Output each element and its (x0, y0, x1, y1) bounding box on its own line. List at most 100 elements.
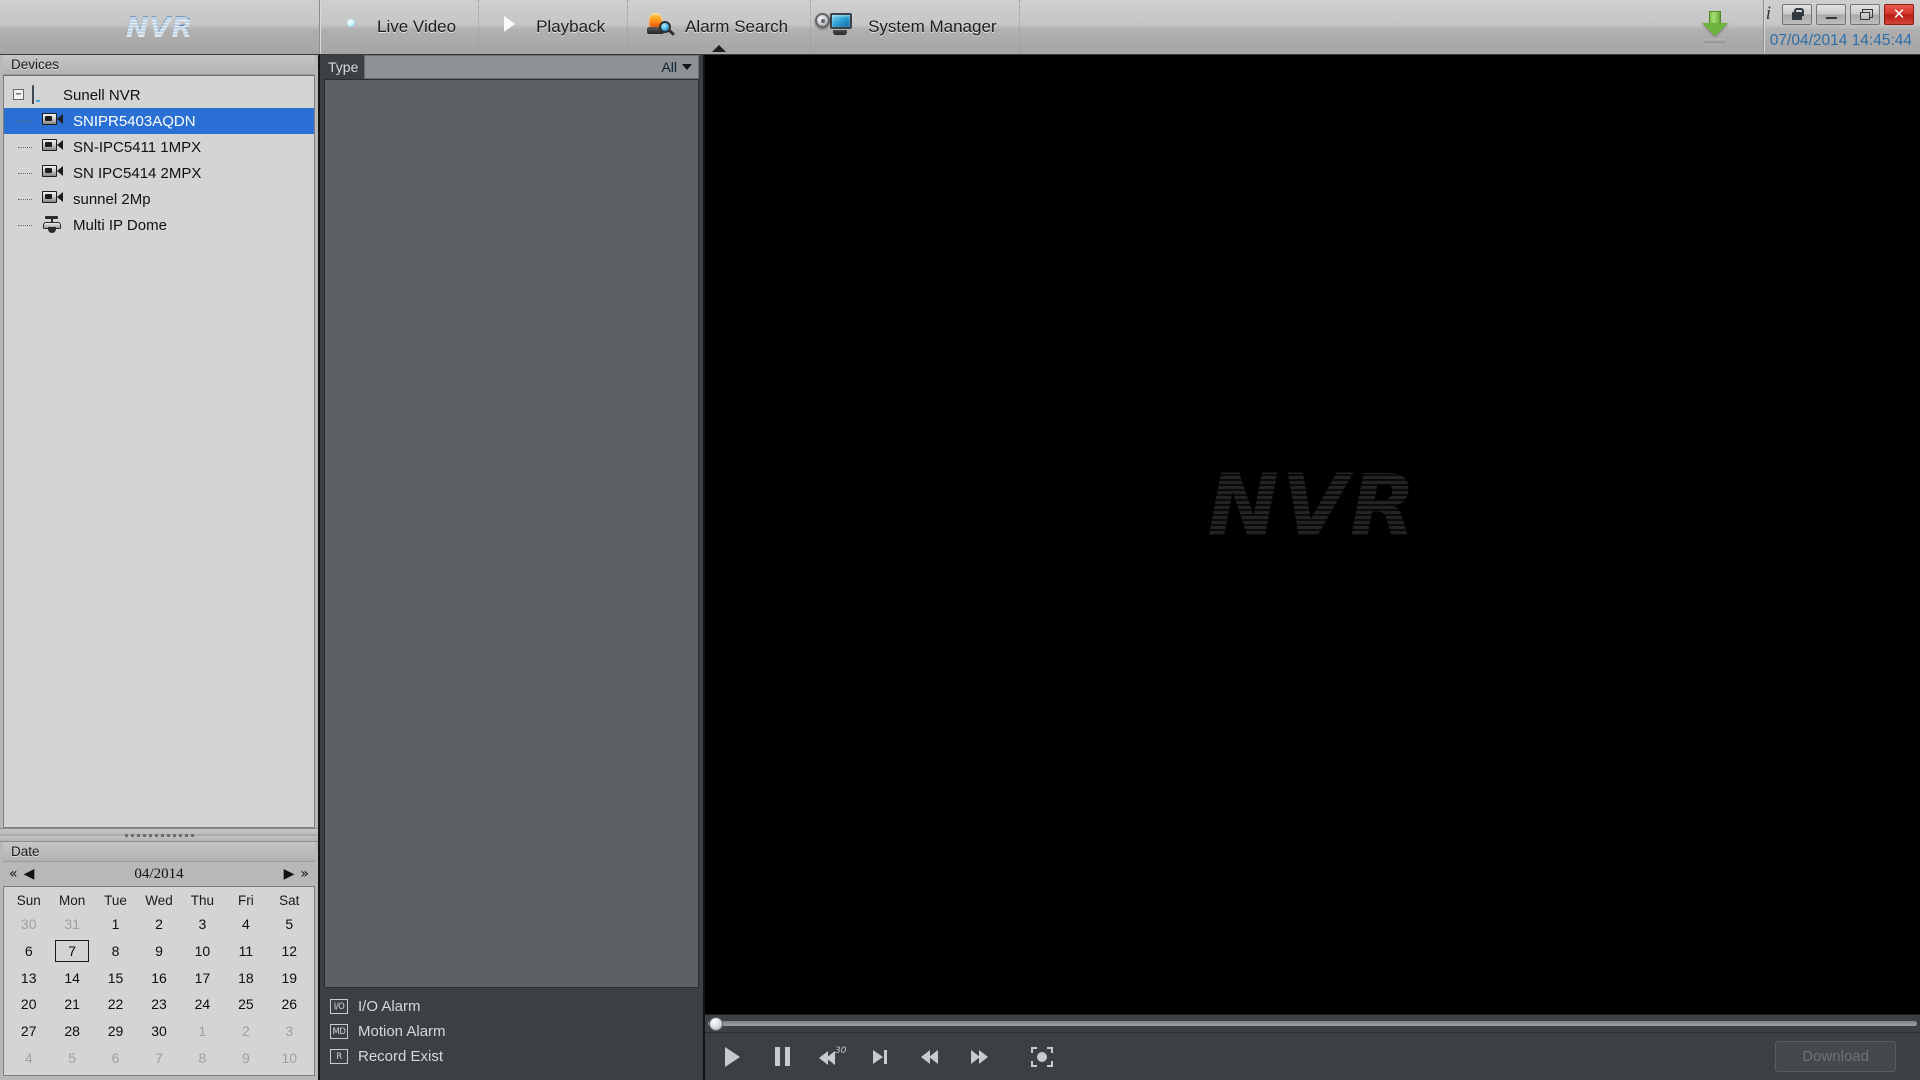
calendar-day[interactable]: 11 (224, 938, 267, 965)
calendar-day[interactable]: 7 (137, 1044, 180, 1071)
tab-alarm-search[interactable]: Alarm Search (628, 0, 812, 54)
calendar-day[interactable]: 16 (137, 964, 180, 991)
type-filter-dropdown[interactable]: All (364, 55, 699, 79)
calendar-day-label: 1 (111, 916, 120, 933)
chevron-down-icon (682, 64, 692, 70)
calendar-day[interactable]: 29 (94, 1018, 137, 1045)
calendar-day[interactable]: 23 (137, 991, 180, 1018)
calendar-dow-header: Sat (279, 892, 300, 908)
calendar-day-selected[interactable]: 7 (50, 938, 93, 965)
calendar-day[interactable]: 28 (50, 1018, 93, 1045)
download-arrow-icon[interactable] (1700, 10, 1730, 44)
calendar-day[interactable]: 2 (224, 1018, 267, 1045)
calendar-day[interactable]: 4 (224, 911, 267, 938)
calendar-day[interactable]: 6 (7, 938, 50, 965)
lock-button[interactable] (1782, 3, 1812, 25)
minimize-button[interactable] (1816, 3, 1846, 25)
video-viewport[interactable]: NVR (705, 55, 1920, 1014)
calendar-day[interactable]: 9 (224, 1044, 267, 1071)
step-forward-button[interactable] (869, 1044, 895, 1070)
close-button[interactable]: ✕ (1884, 3, 1914, 25)
calendar-day[interactable]: 3 (181, 911, 224, 938)
next-month-button[interactable]: ▶ (284, 867, 295, 881)
tree-node-multi-ip-dome[interactable]: Multi IP Dome (4, 212, 314, 238)
playback-timeline-slider[interactable] (705, 1014, 1920, 1032)
tree-node-snipr5403aqdn[interactable]: SNIPR5403AQDN (4, 108, 314, 134)
tab-live-video[interactable]: Live Video (320, 0, 480, 54)
tree-expand-toggle[interactable]: − (13, 89, 24, 100)
calendar-day[interactable]: 8 (94, 938, 137, 965)
sidebar-splitter-handle[interactable] (0, 828, 318, 842)
restore-button[interactable] (1850, 3, 1880, 25)
calendar-day[interactable]: 25 (224, 991, 267, 1018)
calendar-day[interactable]: 9 (137, 938, 180, 965)
device-tree[interactable]: − Sunell NVR SNIPR5403AQDN SN-IPC5411 1M… (3, 75, 315, 828)
splitter-grip-dots (124, 833, 194, 837)
prev-month-button[interactable]: ◀ (24, 867, 35, 881)
calendar-day-label: 5 (285, 916, 294, 933)
fast-forward-button[interactable] (969, 1044, 995, 1070)
calendar-day[interactable]: 12 (268, 938, 311, 965)
calendar-day[interactable]: 21 (50, 991, 93, 1018)
window-controls-zone: i ✕ 07/04/2014 14:45:44 (1764, 0, 1920, 54)
calendar-day[interactable]: 27 (7, 1018, 50, 1045)
tree-node-sn-ipc5414[interactable]: SN IPC5414 2MPX (4, 160, 314, 186)
calendar-day[interactable]: 24 (181, 991, 224, 1018)
calendar-day[interactable]: 6 (94, 1044, 137, 1071)
calendar-day[interactable]: 1 (94, 911, 137, 938)
play-button[interactable] (719, 1044, 745, 1070)
calendar-day[interactable]: 5 (268, 911, 311, 938)
calendar-day[interactable]: 5 (50, 1044, 93, 1071)
calendar-day-label: 27 (20, 1022, 37, 1039)
calendar-day-label: 8 (198, 1049, 207, 1066)
calendar-day-label: 17 (194, 969, 211, 986)
timeline-track[interactable] (708, 1021, 1917, 1026)
calendar-day[interactable]: 22 (94, 991, 137, 1018)
legend-item-record-exist: R Record Exist (330, 1048, 703, 1065)
calendar-day[interactable]: 20 (7, 991, 50, 1018)
tree-node-sn-ipc5411[interactable]: SN-IPC5411 1MPX (4, 134, 314, 160)
calendar-day[interactable]: 31 (50, 911, 93, 938)
next-year-button[interactable]: » (300, 867, 309, 881)
fullscreen-button[interactable] (1029, 1044, 1055, 1070)
rewind-30-button[interactable]: 30 (819, 1044, 846, 1070)
calendar-day[interactable]: 18 (224, 964, 267, 991)
tree-node-sunnel-2mp[interactable]: sunnel 2Mp (4, 186, 314, 212)
calendar-day[interactable]: 10 (181, 938, 224, 965)
tree-node-label: sunnel 2Mp (73, 190, 151, 208)
download-button[interactable]: Download (1775, 1041, 1896, 1072)
pause-button[interactable] (769, 1044, 795, 1070)
alarm-results-list[interactable] (324, 79, 699, 988)
timeline-thumb[interactable] (709, 1016, 723, 1031)
calendar-day[interactable]: 4 (7, 1044, 50, 1071)
calendar-day[interactable]: 30 (137, 1018, 180, 1045)
tab-playback[interactable]: Playback (479, 0, 629, 54)
nvr-application-window: NVR Live Video Playback Alarm Search Sys… (0, 0, 1920, 1080)
calendar-day[interactable]: 19 (268, 964, 311, 991)
date-panel: Date « ◀ 04/2014 ▶ » Sun Mon Tue Wed Thu… (0, 842, 318, 1080)
calendar-day[interactable]: 8 (181, 1044, 224, 1071)
fast-rewind-button[interactable] (919, 1044, 945, 1070)
calendar-day[interactable]: 30 (7, 911, 50, 938)
info-icon[interactable]: i (1764, 3, 1778, 25)
calendar-day[interactable]: 10 (268, 1044, 311, 1071)
fast-forward-icon (971, 1048, 993, 1066)
tab-system-manager[interactable]: System Manager (811, 0, 1020, 54)
calendar-day[interactable]: 2 (137, 911, 180, 938)
tree-node-root[interactable]: − Sunell NVR (4, 82, 314, 108)
tree-guide (18, 173, 32, 174)
alarm-icon (646, 12, 676, 42)
calendar-day[interactable]: 14 (50, 964, 93, 991)
calendar-day[interactable]: 17 (181, 964, 224, 991)
prev-year-button[interactable]: « (9, 867, 18, 881)
calendar-day[interactable]: 3 (268, 1018, 311, 1045)
calendar-day[interactable]: 26 (268, 991, 311, 1018)
calendar-dow-header: Mon (59, 892, 86, 908)
calendar-day[interactable]: 1 (181, 1018, 224, 1045)
calendar-day-label: 2 (241, 1022, 250, 1039)
calendar-grid[interactable]: Sun Mon Tue Wed Thu Fri Sat 30 31 1 2 3 … (3, 886, 315, 1076)
calendar-day[interactable]: 15 (94, 964, 137, 991)
calendar-day[interactable]: 13 (7, 964, 50, 991)
calendar-day-label: 16 (151, 969, 167, 986)
tree-guide (18, 147, 32, 148)
